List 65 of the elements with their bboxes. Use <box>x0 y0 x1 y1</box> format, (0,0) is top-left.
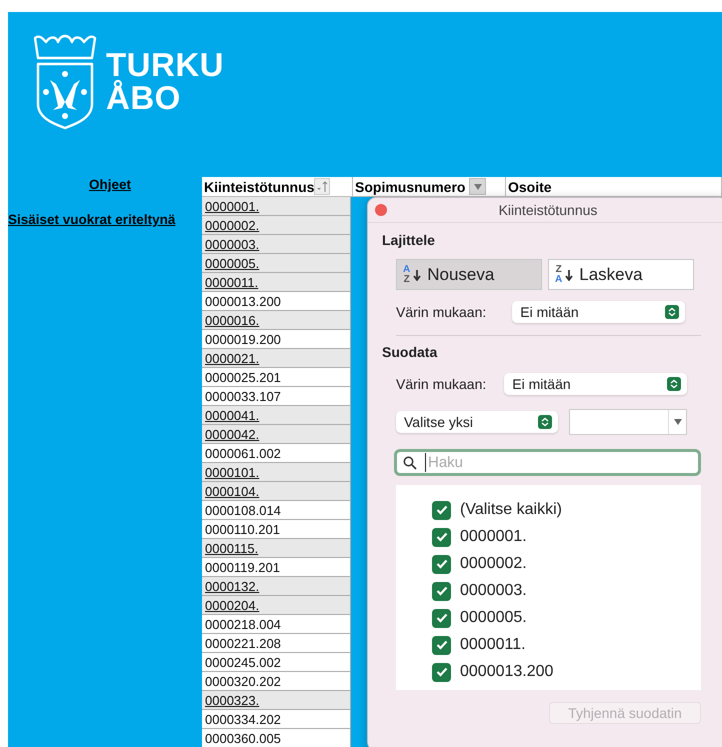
sort-button[interactable]: A Z Nouseva <box>396 259 542 290</box>
column-header: Kiinteistötunnus <box>204 178 314 194</box>
checkbox[interactable] <box>432 500 451 520</box>
down-arrow-icon <box>565 268 574 280</box>
table-cell-text: 0000245.002 <box>204 654 281 670</box>
table-cell-text: 0000320.202 <box>204 674 281 688</box>
checkbox-label: 0000005. <box>460 609 527 627</box>
coat-of-arms-icon <box>32 32 98 130</box>
table-cell-text: 0000033.107 <box>204 388 281 404</box>
checkbox[interactable] <box>432 528 451 546</box>
checkbox-label: 0000002. <box>460 555 527 573</box>
checkmark-icon <box>436 640 448 650</box>
field-label: Värin mukaan: <box>396 304 486 320</box>
table-cell-text: 0000360.005 <box>204 730 281 746</box>
side-link[interactable]: Ohjeet <box>88 177 131 192</box>
table-cell-text: 0000221.208 <box>204 636 281 650</box>
column-header: Osoite <box>508 178 552 194</box>
field-label: Värin mukaan: <box>396 376 486 392</box>
color-select[interactable]: Ei mitään <box>504 373 688 395</box>
table-cell-text: 0000019.200 <box>204 332 281 346</box>
filter-dropdown-icon[interactable] <box>469 178 486 195</box>
checkbox-label: 0000001. <box>460 528 527 546</box>
logo-text: TURKU <box>106 48 224 81</box>
dropdown-arrow-icon[interactable] <box>674 419 682 425</box>
table-cell-text: 0000218.004 <box>204 616 281 632</box>
logo-text: ÅBO <box>106 81 182 114</box>
table-cell-text: 0000013.200 <box>204 294 281 308</box>
table-cell-text: 0000110.201 <box>204 522 280 536</box>
checkbox-label: 0000013.200 <box>460 663 554 681</box>
sort-button[interactable]: Z A Laskeva <box>548 259 694 290</box>
search-field[interactable]: Haku <box>394 449 701 476</box>
checkbox-label: 0000003. <box>460 582 527 600</box>
checkbox[interactable] <box>432 662 451 682</box>
checkmark-icon <box>436 559 448 569</box>
stepper-icon <box>667 377 682 391</box>
checkbox[interactable] <box>432 582 451 600</box>
table-cell-text: 0000061.002 <box>204 446 281 460</box>
stepper-icon <box>538 415 552 429</box>
search-input[interactable]: Haku <box>425 453 670 472</box>
checkbox[interactable] <box>432 554 451 574</box>
checkmark-icon <box>436 613 448 623</box>
table-cell-text: 0000108.014 <box>204 502 281 518</box>
checkmark-icon <box>436 505 448 515</box>
checkbox[interactable] <box>432 636 451 654</box>
condition-select[interactable]: Valitse yksi <box>396 411 558 433</box>
section-heading: Lajittele <box>382 232 436 248</box>
table-cell-text: 0000119.201 <box>204 560 280 574</box>
checkbox-label: (Valitse kaikki) <box>460 501 562 519</box>
side-link[interactable]: Sisäiset vuokrat eriteltynä <box>8 212 202 227</box>
section-heading: Suodata <box>382 344 438 360</box>
stepper-icon <box>665 305 680 319</box>
checkbox[interactable] <box>432 608 451 628</box>
table-cell-text: 0000025.201 <box>204 370 281 384</box>
table-cell-text: 0000334.202 <box>204 712 281 726</box>
checkmark-icon <box>436 586 448 596</box>
close-button[interactable] <box>375 204 387 216</box>
popup-title: Kiinteistötunnus <box>498 202 598 218</box>
sort-filter-icon[interactable] <box>314 178 330 195</box>
checkmark-icon <box>436 667 448 677</box>
down-arrow-icon <box>413 268 422 280</box>
checkbox-label: 0000011. <box>460 636 526 654</box>
search-icon <box>403 456 417 470</box>
checkmark-icon <box>436 532 448 542</box>
color-select[interactable]: Ei mitään <box>512 301 686 323</box>
column-header: Sopimusnumero <box>355 178 466 194</box>
